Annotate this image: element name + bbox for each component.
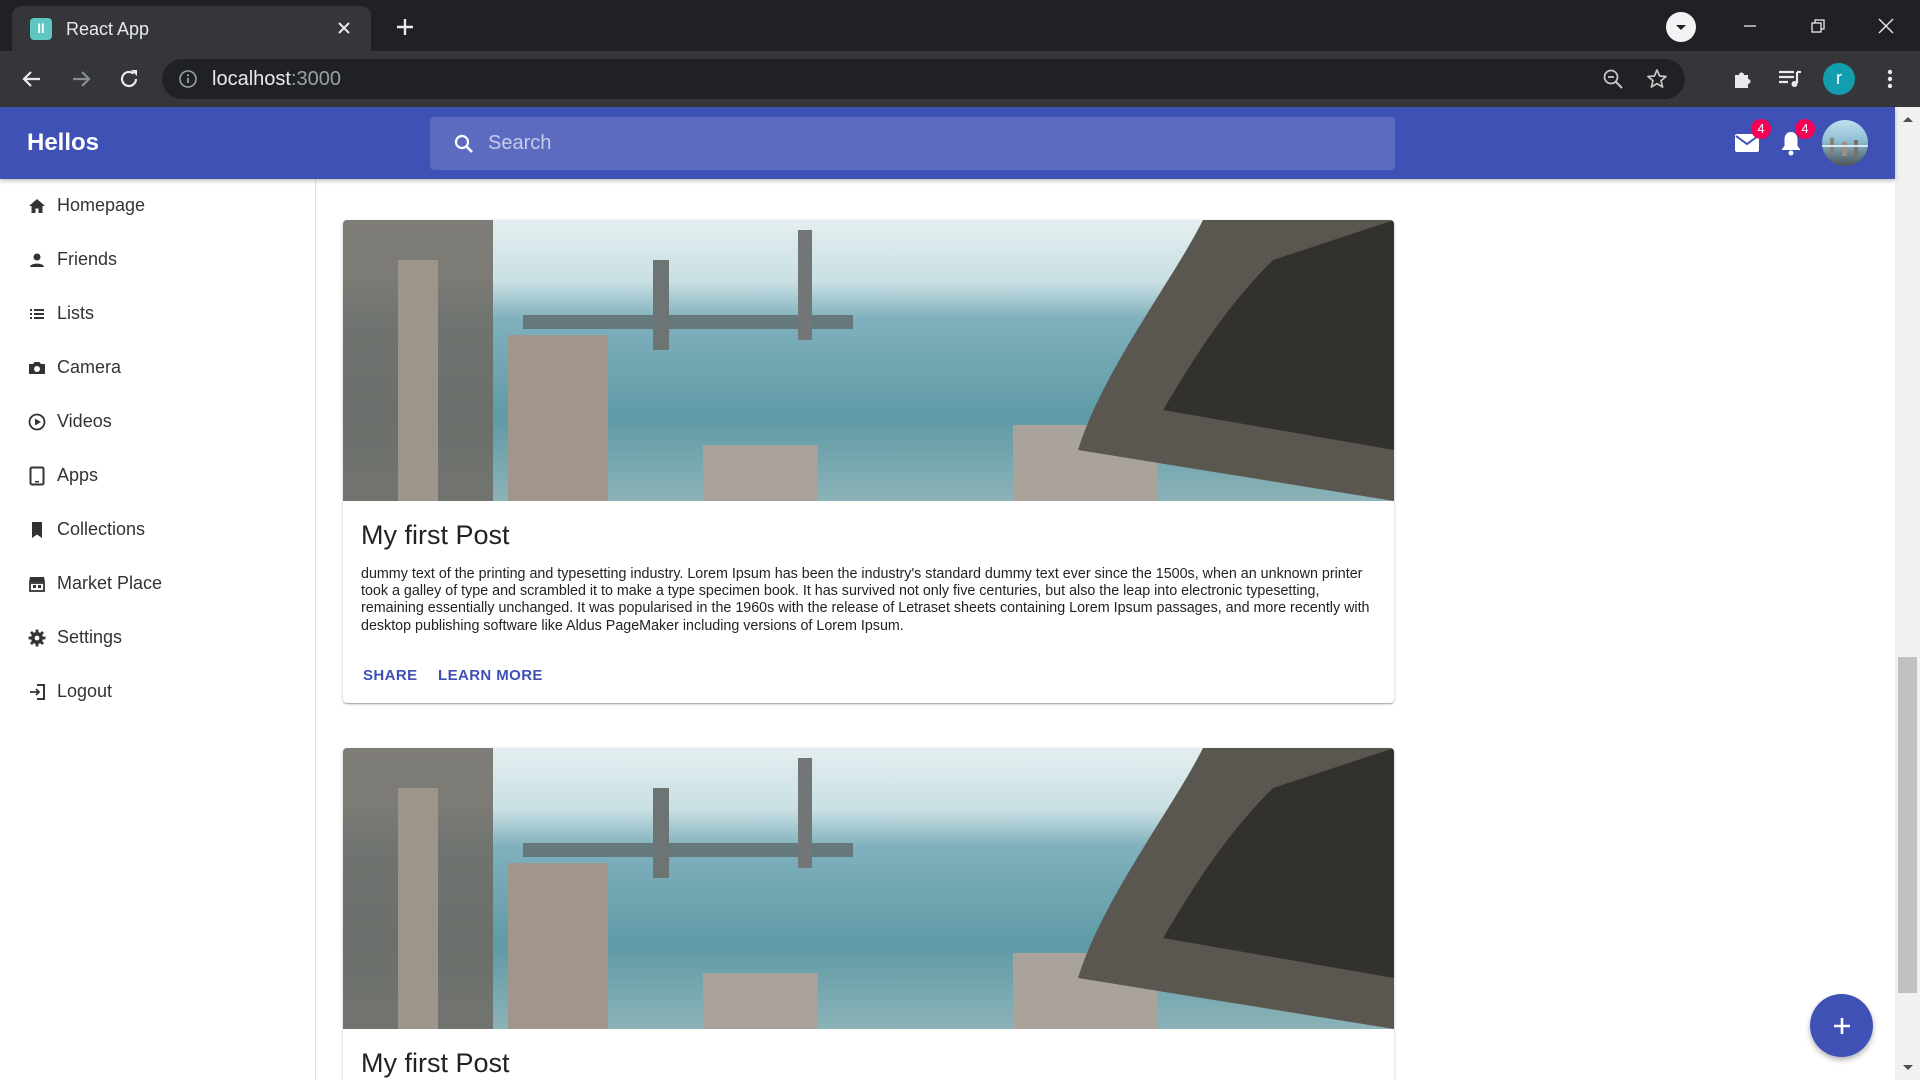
restore-icon[interactable] (1784, 0, 1852, 51)
post-body: dummy text of the printing and typesetti… (361, 566, 1370, 634)
app-bar: Hellos 4 4 (0, 107, 1895, 179)
minimize-icon[interactable] (1716, 0, 1784, 51)
page-scrollbar[interactable] (1895, 107, 1920, 1080)
url-host: localhost (212, 68, 291, 90)
person-icon (30, 253, 44, 267)
sidebar-item-collections[interactable]: Collections (0, 503, 315, 557)
gear-icon (28, 629, 46, 647)
new-tab-plus-icon[interactable] (390, 12, 420, 42)
react-app-favicon-icon: ll (30, 18, 52, 40)
exit-icon (30, 684, 45, 700)
sidebar-item-label: Logout (57, 681, 113, 701)
extensions-puzzle-icon[interactable] (1729, 65, 1757, 93)
url-port: :3000 (290, 68, 341, 90)
site-info-icon[interactable] (178, 69, 198, 89)
sidebar-item-videos[interactable]: Videos (0, 395, 315, 449)
search-icon (452, 132, 476, 156)
url-text: localhost:3000 (212, 68, 341, 91)
search-input[interactable] (488, 117, 1368, 170)
sidebar-item-lists[interactable]: Lists (0, 287, 315, 341)
window-controls (1716, 0, 1920, 51)
sidebar-item-settings[interactable]: Settings (0, 611, 315, 665)
sidebar-item-apps[interactable]: Apps (0, 449, 315, 503)
sidebar-item-label: Collections (57, 519, 146, 539)
close-tab-icon[interactable] (331, 15, 357, 41)
play-circle-icon (28, 413, 46, 431)
browser-menu-dots-icon[interactable] (1876, 65, 1904, 93)
learn-more-button[interactable]: LEARN MORE (438, 667, 543, 684)
reload-icon[interactable] (113, 63, 145, 95)
sidebar-item-label: Lists (57, 303, 95, 323)
notifications-button[interactable]: 4 (1773, 119, 1815, 161)
tab-title: React App (66, 19, 150, 39)
sidebar-item-camera[interactable]: Camera (0, 341, 315, 395)
scrollbar-thumb[interactable] (1898, 657, 1917, 993)
sidebar-item-label: Videos (57, 411, 112, 431)
add-post-fab[interactable] (1810, 994, 1873, 1057)
media-queue-icon[interactable] (1776, 65, 1804, 93)
share-button[interactable]: SHARE (363, 667, 418, 684)
storefront-icon (29, 577, 45, 592)
tablet-icon (29, 466, 45, 486)
sidebar-item-label: Market Place (57, 573, 163, 593)
post-card: My first Post dummy text of the printing… (343, 220, 1394, 703)
post-title: My first Post (361, 1048, 510, 1078)
zoom-out-icon[interactable] (1601, 67, 1625, 91)
browser-tab[interactable]: ll React App (12, 6, 371, 51)
sidebar: Homepage Friends Lists Camera Videos App… (0, 179, 316, 1080)
plus-icon (1833, 1017, 1850, 1034)
sidebar-item-friends[interactable]: Friends (0, 233, 315, 287)
profile-avatar-button[interactable]: r (1823, 63, 1855, 95)
sidebar-item-label: Camera (57, 357, 122, 377)
scroll-up-arrow-icon[interactable] (1895, 107, 1920, 131)
mail-badge: 4 (1751, 119, 1771, 139)
camera-icon (29, 362, 45, 374)
sidebar-item-label: Settings (57, 627, 123, 647)
browser-toolbar: localhost:3000 r (0, 51, 1920, 107)
address-bar[interactable]: localhost:3000 (162, 59, 1685, 99)
close-window-icon[interactable] (1852, 0, 1920, 51)
list-icon (30, 309, 44, 319)
post-title: My first Post (361, 520, 510, 550)
notifications-badge: 4 (1795, 119, 1815, 139)
home-icon (29, 199, 45, 213)
post-image (343, 220, 1394, 501)
forward-arrow-icon[interactable] (65, 63, 97, 95)
sidebar-item-label: Friends (57, 249, 118, 269)
tab-search-chevron-icon[interactable] (1666, 12, 1696, 42)
brand-title[interactable]: Hellos (27, 129, 99, 157)
sidebar-item-label: Homepage (57, 195, 146, 215)
scroll-down-arrow-icon[interactable] (1895, 1056, 1920, 1080)
sidebar-item-label: Apps (57, 465, 99, 485)
bookmark-icon (32, 522, 42, 538)
sidebar-item-logout[interactable]: Logout (0, 665, 315, 719)
post-image (343, 748, 1394, 1029)
search-box[interactable] (430, 117, 1395, 170)
post-card: My first Post (343, 748, 1394, 1080)
browser-tab-strip: ll React App (0, 0, 1920, 51)
user-avatar[interactable] (1822, 120, 1868, 166)
bookmark-star-icon[interactable] (1645, 67, 1669, 91)
back-arrow-icon[interactable] (16, 63, 48, 95)
sidebar-item-homepage[interactable]: Homepage (0, 179, 315, 233)
sidebar-item-market-place[interactable]: Market Place (0, 557, 315, 611)
mail-button[interactable]: 4 (1729, 119, 1771, 161)
